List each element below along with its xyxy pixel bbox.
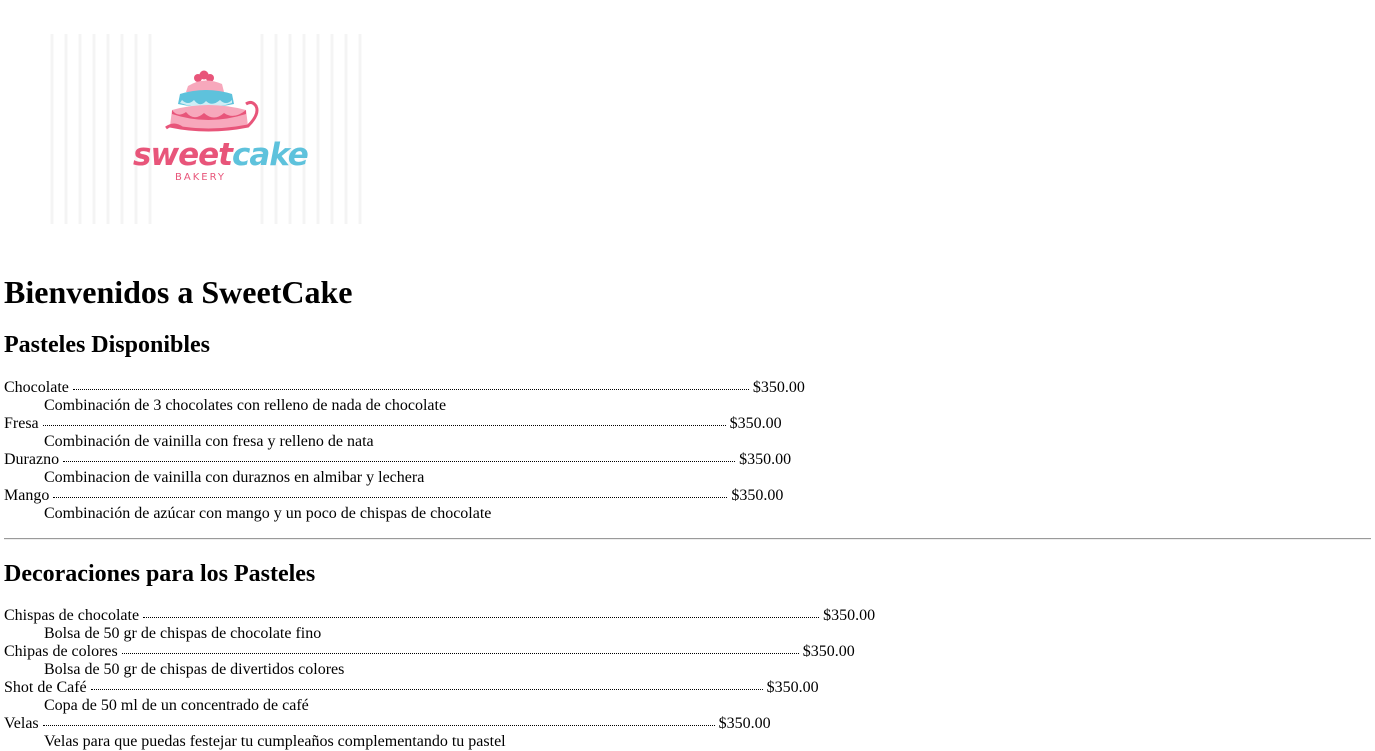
- decoration-item-chipas-colores: Chipas de colores $350.00 Bolsa de 50 gr…: [4, 643, 875, 679]
- item-name: Shot de Café: [4, 679, 87, 696]
- item-description: Combinación de vainilla con fresa y rell…: [44, 433, 374, 450]
- dot-leader: [63, 461, 736, 462]
- dot-leader: [90, 689, 763, 690]
- item-name: Velas: [4, 715, 39, 732]
- cake-item-mango: Mango $350.00 Combinación de azúcar con …: [4, 487, 805, 523]
- decorations-list: Chispas de chocolate $350.00 Bolsa de 50…: [4, 607, 875, 751]
- logo-word-cake: cake: [231, 137, 309, 173]
- menu-row: Chipas de colores $350.00: [4, 643, 875, 661]
- item-price: $350.00: [731, 487, 784, 504]
- item-price: $350.00: [718, 715, 771, 732]
- item-description: Bolsa de 50 gr de chispas de divertidos …: [44, 661, 345, 678]
- menu-row: Chispas de chocolate $350.00: [4, 607, 875, 625]
- item-price: $350.00: [766, 679, 819, 696]
- dot-leader: [42, 425, 726, 426]
- item-name: Chocolate: [4, 379, 69, 396]
- cakes-list: Chocolate $350.00 Combinación de 3 choco…: [4, 379, 805, 523]
- item-price: $350.00: [729, 415, 782, 432]
- item-price: $350.00: [823, 607, 876, 624]
- menu-row: Shot de Café $350.00: [4, 679, 875, 697]
- logo: sweetcake BAKERY: [44, 30, 368, 228]
- cake-item-durazno: Durazno $350.00 Combinacion de vainilla …: [4, 451, 805, 487]
- cakes-heading: Pasteles Disponibles: [4, 332, 211, 358]
- dot-leader: [72, 389, 749, 390]
- item-name: Fresa: [4, 415, 39, 432]
- item-name: Chispas de chocolate: [4, 607, 140, 624]
- item-price: $350.00: [739, 451, 792, 468]
- menu-row: Fresa $350.00: [4, 415, 805, 433]
- menu-row: Durazno $350.00: [4, 451, 805, 469]
- logo-subtitle: BAKERY: [175, 172, 226, 183]
- dot-leader: [143, 617, 820, 618]
- item-name: Durazno: [4, 451, 60, 468]
- page-title: Bienvenidos a SweetCake: [4, 274, 353, 310]
- menu-row: Chocolate $350.00: [4, 379, 805, 397]
- item-price: $350.00: [752, 379, 805, 396]
- logo-word-sweet: sweet: [133, 137, 233, 173]
- item-name: Chipas de colores: [4, 643, 118, 660]
- dot-leader: [53, 497, 728, 498]
- decoration-item-shot-cafe: Shot de Café $350.00 Copa de 50 ml de un…: [4, 679, 875, 715]
- menu-row: Velas $350.00: [4, 715, 875, 733]
- item-description: Combinacion de vainilla con duraznos en …: [44, 469, 425, 486]
- item-description: Bolsa de 50 gr de chispas de chocolate f…: [44, 625, 322, 642]
- item-price: $350.00: [802, 643, 855, 660]
- decoration-item-chispas-chocolate: Chispas de chocolate $350.00 Bolsa de 50…: [4, 607, 875, 643]
- decoration-item-velas: Velas $350.00 Velas para que puedas fest…: [4, 715, 875, 751]
- item-description: Copa de 50 ml de un concentrado de café: [44, 697, 309, 714]
- section-divider: [4, 538, 1371, 540]
- cake-item-chocolate: Chocolate $350.00 Combinación de 3 choco…: [4, 379, 805, 415]
- menu-row: Mango $350.00: [4, 487, 805, 505]
- item-description: Velas para que puedas festejar tu cumple…: [44, 733, 506, 750]
- page: sweetcake BAKERY Bienvenidos a SweetCake…: [0, 0, 1375, 751]
- logo-wordmark: sweetcake: [133, 137, 309, 173]
- dot-leader: [42, 725, 715, 726]
- cake-item-fresa: Fresa $350.00 Combinación de vainilla co…: [4, 415, 805, 451]
- item-description: Combinación de azúcar con mango y un poc…: [44, 505, 492, 522]
- item-name: Mango: [4, 487, 50, 504]
- dot-leader: [121, 653, 799, 654]
- decorations-heading: Decoraciones para los Pasteles: [4, 561, 316, 587]
- item-description: Combinación de 3 chocolates con relleno …: [44, 397, 447, 414]
